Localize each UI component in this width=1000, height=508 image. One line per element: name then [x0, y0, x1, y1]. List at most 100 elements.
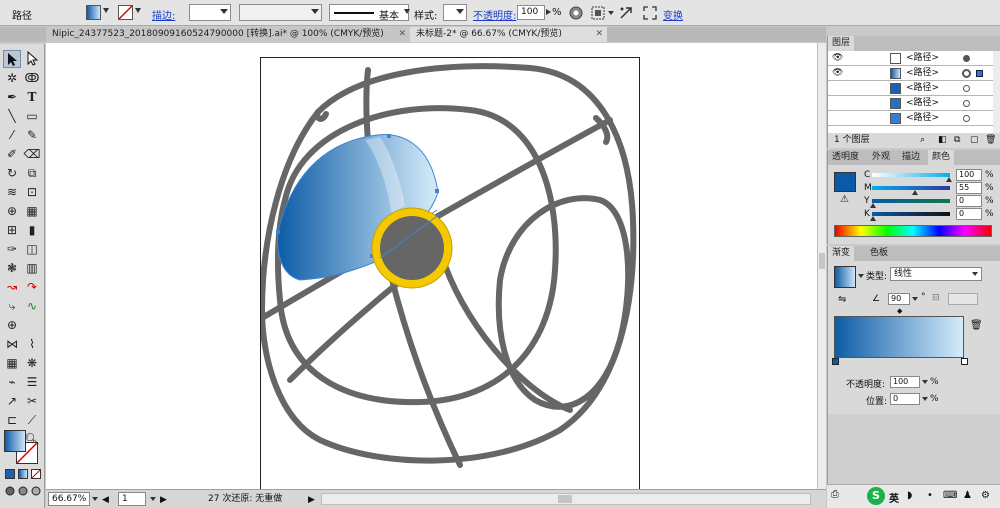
- angle-input[interactable]: 90: [888, 293, 910, 305]
- clipping-mask-icon[interactable]: ◧: [938, 133, 947, 148]
- new-sublayer-icon[interactable]: ⧉: [954, 133, 960, 148]
- stop-opacity-unit: %: [930, 377, 939, 387]
- punctuation-icon[interactable]: •: [927, 490, 933, 501]
- scrollbar-thumb[interactable]: [819, 253, 825, 269]
- layer-row[interactable]: <路径>: [828, 111, 993, 126]
- layer-row[interactable]: <路径>: [828, 81, 993, 96]
- layer-name: <路径>: [906, 98, 940, 108]
- tab-gradient[interactable]: 渐变: [828, 246, 855, 261]
- cage-meridian-right: [437, 247, 573, 413]
- cyan-slider[interactable]: [872, 173, 950, 177]
- gradient-preview[interactable]: [834, 266, 856, 288]
- black-input[interactable]: 0: [956, 208, 982, 220]
- color-spectrum[interactable]: [834, 225, 992, 237]
- locate-object-icon[interactable]: ⌕: [920, 133, 925, 148]
- cyan-slider-row: C 100 %: [828, 169, 994, 182]
- yellow-input[interactable]: 0: [956, 195, 982, 207]
- aspect-ratio-icon[interactable]: ⊟: [932, 293, 940, 303]
- ime-language-label[interactable]: 英: [889, 490, 899, 505]
- magenta-slider[interactable]: [872, 186, 950, 190]
- gradient-type-label: 类型:: [866, 272, 888, 282]
- anchor-point: [276, 230, 280, 234]
- tab-layers[interactable]: 图层: [828, 36, 855, 51]
- magenta-slider-row: M 55 %: [828, 182, 994, 195]
- chevron-down-icon[interactable]: [972, 272, 978, 276]
- target-icon[interactable]: [962, 69, 971, 78]
- prev-page-icon[interactable]: ◀: [102, 495, 109, 505]
- chevron-down-icon[interactable]: [922, 380, 928, 384]
- yellow-slider[interactable]: [872, 199, 950, 203]
- cyan-input[interactable]: 100: [956, 169, 982, 181]
- moon-icon[interactable]: ◗: [907, 490, 912, 501]
- stop-position-unit: %: [930, 394, 939, 404]
- chevron-down-icon[interactable]: [912, 297, 918, 301]
- fill-color-box[interactable]: [4, 430, 26, 452]
- target-icon[interactable]: [963, 85, 970, 92]
- aspect-ratio-input[interactable]: [948, 293, 978, 305]
- anchor-point: [387, 134, 391, 138]
- layer-name: <路径>: [906, 113, 940, 123]
- target-icon[interactable]: [963, 55, 970, 62]
- chevron-down-icon[interactable]: [92, 497, 98, 501]
- target-icon[interactable]: [963, 100, 970, 107]
- trash-icon[interactable]: 🗑︎: [970, 320, 983, 331]
- eye-icon[interactable]: 👁︎: [832, 51, 843, 66]
- layer-thumbnail: [890, 53, 901, 64]
- settings-icon[interactable]: ⚙: [981, 490, 990, 501]
- gradient-stop-end[interactable]: [961, 358, 968, 365]
- layer-row[interactable]: <路径>: [828, 96, 993, 111]
- gradient-type-dropdown[interactable]: 线性: [890, 267, 982, 281]
- selection-indicator-icon[interactable]: [976, 70, 983, 77]
- layer-count: 1 个图层: [834, 135, 870, 145]
- new-layer-icon[interactable]: ▢: [970, 133, 979, 148]
- layers-panel: 图层 👁︎ <路径> 👁︎ <路径> <路径> <路径> <路径> 1 个图层 …: [827, 36, 1000, 148]
- horizontal-scrollbar[interactable]: [321, 493, 811, 505]
- channel-label: Y: [864, 196, 870, 206]
- layer-row[interactable]: 👁︎ <路径>: [828, 51, 993, 66]
- layer-row[interactable]: 👁︎ <路径>: [828, 66, 993, 81]
- anchor-point: [435, 189, 439, 193]
- status-menu-icon[interactable]: ▶: [308, 495, 315, 505]
- zoom-dropdown[interactable]: 66.67%: [48, 492, 90, 506]
- tab-transparency[interactable]: 透明度: [828, 150, 863, 165]
- layer-name: <路径>: [906, 83, 940, 93]
- eye-icon[interactable]: 👁︎: [832, 66, 843, 81]
- angle-unit: °: [921, 292, 926, 302]
- chevron-down-icon[interactable]: [922, 397, 928, 401]
- reverse-gradient-icon[interactable]: ⇋: [838, 294, 846, 305]
- yellow-slider-row: Y 0 %: [828, 195, 994, 208]
- magenta-input[interactable]: 55: [956, 182, 982, 194]
- percent-label: %: [985, 183, 994, 193]
- percent-label: %: [985, 196, 994, 206]
- stop-opacity-input[interactable]: 100: [890, 376, 920, 388]
- tab-appearance[interactable]: 外观: [868, 150, 894, 165]
- gradient-panel-tabs: 渐变 色板: [828, 246, 1000, 261]
- color-panel-tabs: 透明度 外观 描边 颜色: [828, 150, 1000, 165]
- tab-stroke[interactable]: 描边: [898, 150, 924, 165]
- page-input[interactable]: 1: [118, 492, 146, 506]
- chevron-down-icon[interactable]: [858, 274, 864, 278]
- trash-icon[interactable]: 🗑︎: [985, 133, 996, 148]
- gradient-stop-start[interactable]: [832, 358, 839, 365]
- layer-name: <路径>: [906, 68, 940, 78]
- target-icon[interactable]: [963, 115, 970, 122]
- layers-scrollbar[interactable]: [993, 51, 1000, 133]
- slider-thumb[interactable]: [870, 216, 876, 221]
- status-bar: 66.67% ◀ 1 ▶ 27 次还原: 无重做 ▶: [46, 489, 826, 508]
- gradient-type-value: 线性: [894, 269, 913, 279]
- stop-position-input[interactable]: 0: [890, 393, 920, 405]
- gradient-slider[interactable]: [834, 316, 964, 358]
- status-message: 27 次还原: 无重做: [208, 494, 283, 504]
- scrollbar-thumb[interactable]: [558, 495, 572, 503]
- black-slider[interactable]: [872, 212, 950, 216]
- gradient-midpoint-icon[interactable]: ◆: [897, 307, 902, 315]
- chevron-down-icon[interactable]: [150, 497, 156, 501]
- tray-icon[interactable]: ⎙: [831, 489, 839, 500]
- user-icon[interactable]: ♟: [963, 490, 972, 501]
- vertical-scrollbar[interactable]: [817, 43, 826, 489]
- keyboard-icon[interactable]: ⌨: [943, 490, 957, 501]
- next-page-icon[interactable]: ▶: [160, 495, 167, 505]
- ime-logo-icon[interactable]: S: [867, 487, 885, 505]
- tab-swatches[interactable]: 色板: [866, 246, 892, 261]
- tab-color[interactable]: 颜色: [928, 150, 955, 165]
